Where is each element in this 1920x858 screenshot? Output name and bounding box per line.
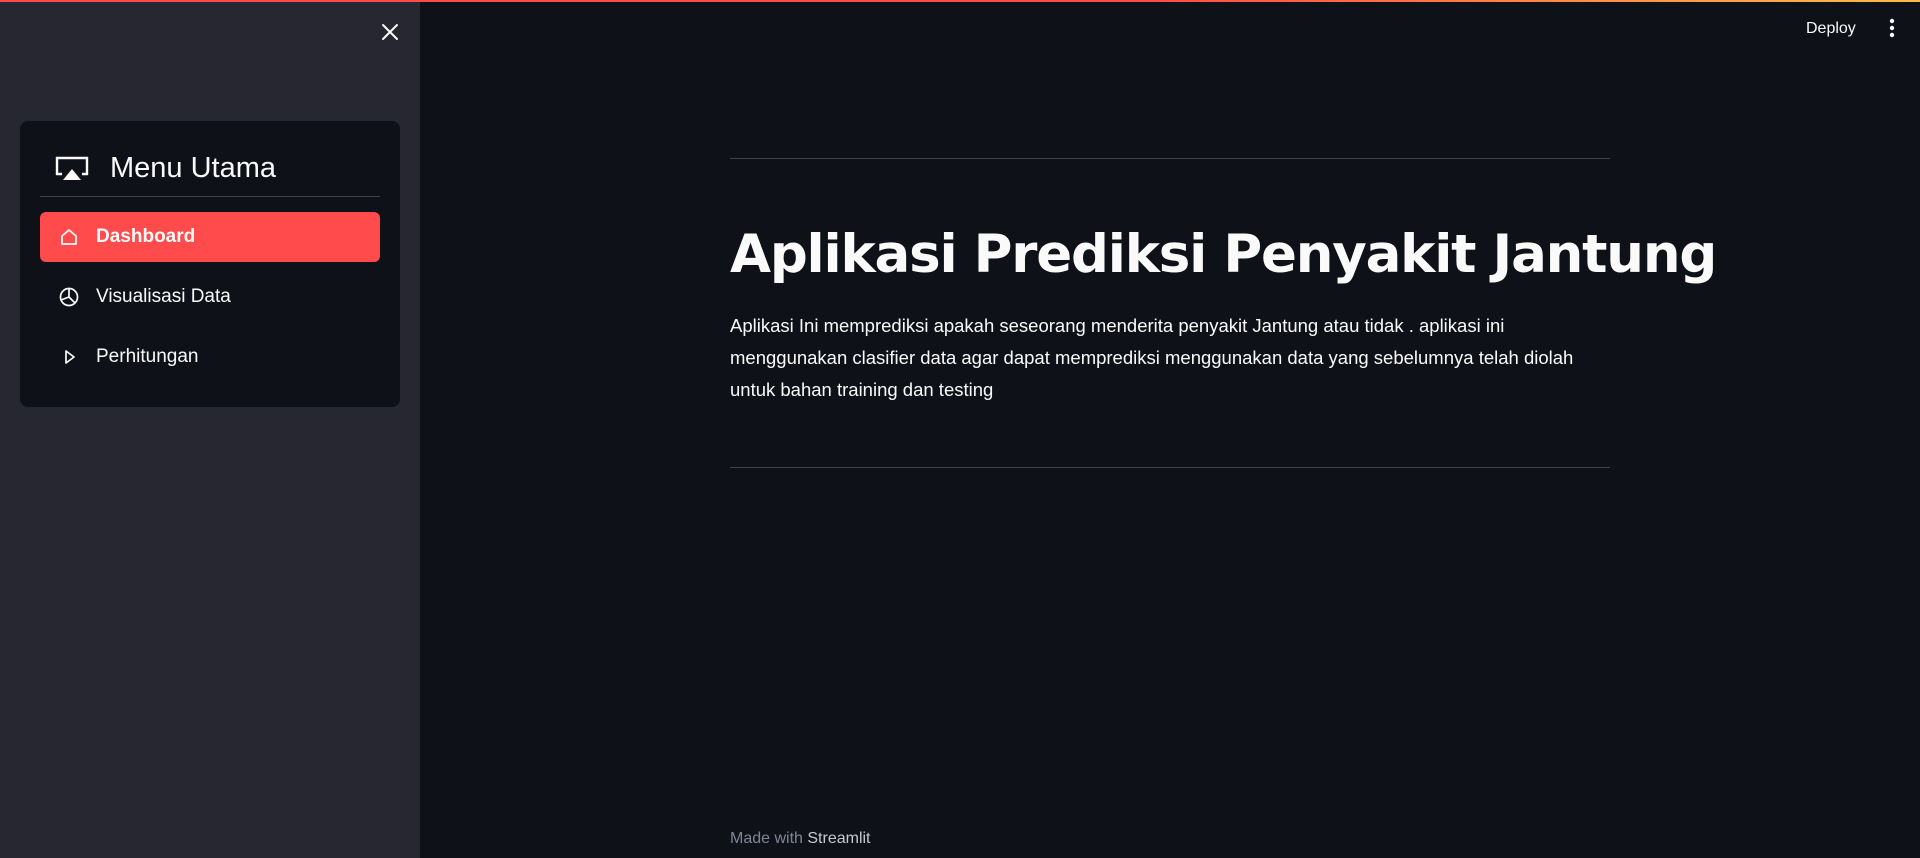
airplay-icon [55,156,89,180]
kebab-menu-icon [1889,18,1895,38]
streamlit-link[interactable]: Streamlit [807,830,870,847]
menu-item-label: Visualisasi Data [96,286,231,307]
menu-item-visualisasi-data[interactable]: Visualisasi Data [40,272,380,322]
close-icon [382,24,398,40]
page-title: Aplikasi Prediksi Penyakit Jantung [730,224,1717,285]
menu-header: Menu Utama [40,143,380,193]
menu-item-label: Dashboard [96,226,196,247]
divider-bottom [730,467,1610,468]
play-icon [65,350,75,364]
menu-divider [40,196,380,197]
deploy-button[interactable]: Deploy [1796,14,1866,44]
divider-top [730,158,1610,159]
menu-title: Menu Utama [110,151,277,184]
menu-item-dashboard[interactable]: Dashboard [40,212,380,262]
app-root: Menu Utama Dashboard Visualisasi Data Pe… [0,0,1920,858]
main-content: Aplikasi Prediksi Penyakit Jantung Aplik… [730,0,1717,858]
close-sidebar-button[interactable] [374,16,406,48]
main-menu-button[interactable] [1880,12,1904,44]
house-icon [61,229,77,245]
menu-item-perhitungan[interactable]: Perhitungan [40,332,380,382]
menu-item-label: Perhitungan [96,346,199,367]
footer: Made with Streamlit [730,830,871,848]
footer-prefix: Made with [730,830,803,847]
pie-chart-icon [59,287,79,307]
option-menu: Menu Utama Dashboard Visualisasi Data Pe… [20,121,400,407]
page-description: Aplikasi Ini memprediksi apakah seseoran… [730,315,1574,400]
top-decoration-bar [0,0,1920,2]
sidebar: Menu Utama Dashboard Visualisasi Data Pe… [0,0,420,858]
